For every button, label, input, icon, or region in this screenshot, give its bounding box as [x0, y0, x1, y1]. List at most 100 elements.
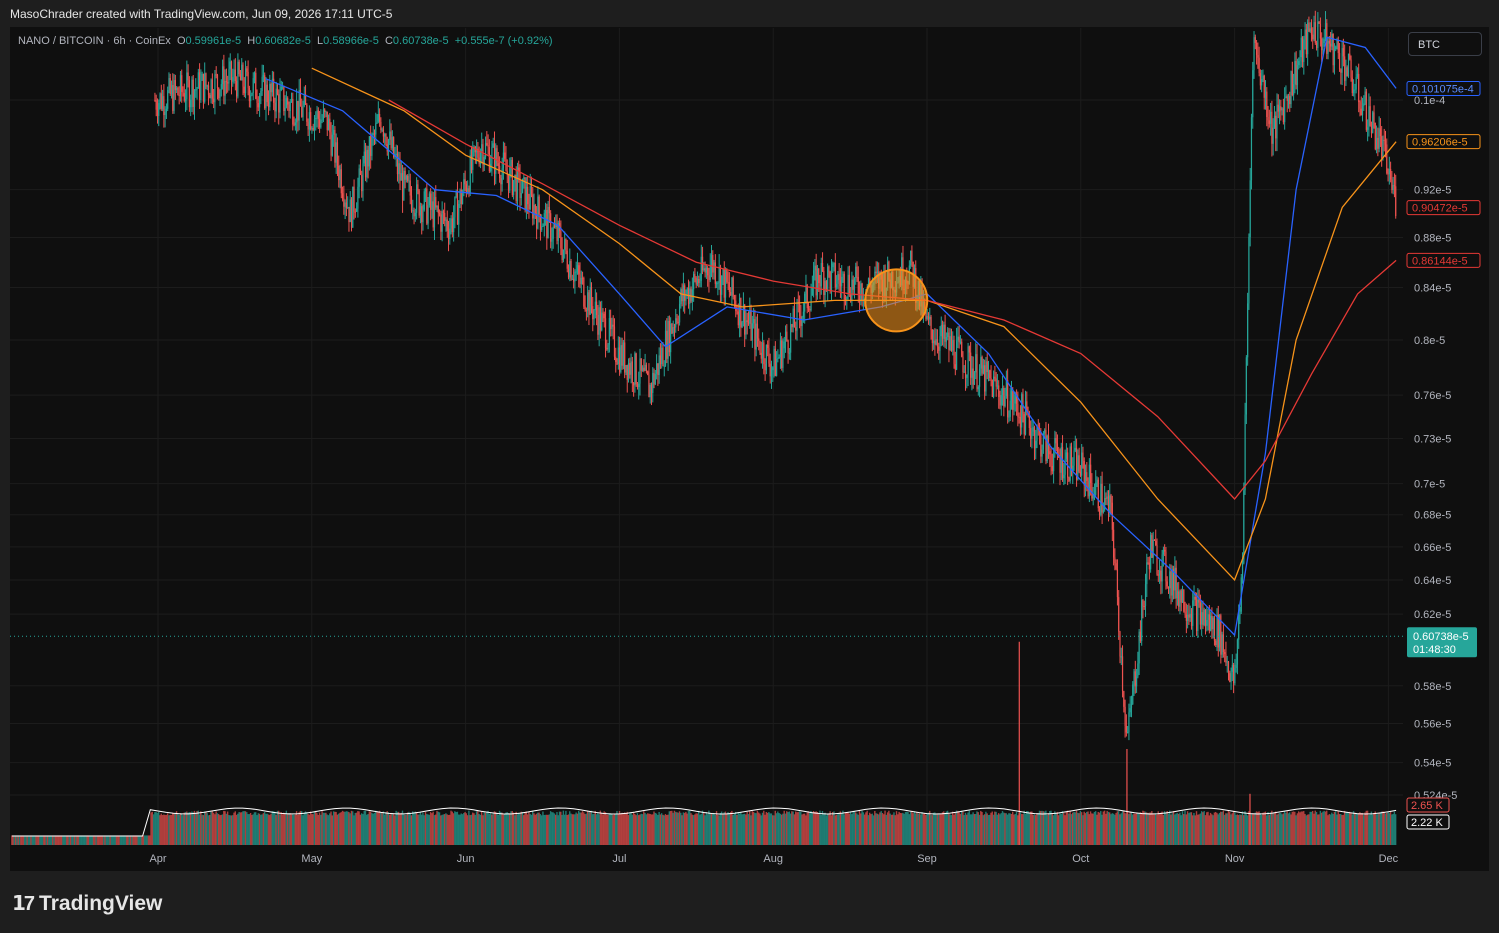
currency-button[interactable]: BTC	[1408, 32, 1482, 56]
volume-bar	[1089, 811, 1092, 845]
candle-body	[482, 144, 484, 165]
volume-bar	[686, 813, 688, 845]
open-value: 0.59961e-5	[185, 35, 242, 47]
volume-bar	[987, 815, 990, 845]
volume-bar	[860, 813, 862, 845]
volume-bar	[447, 814, 450, 845]
volume-bar	[376, 811, 378, 845]
volume-bar	[524, 812, 526, 845]
candle-body	[446, 219, 448, 231]
volume-bar	[428, 814, 431, 845]
volume-bar	[1346, 811, 1348, 845]
candle-body	[763, 342, 765, 365]
volume-bar	[1139, 812, 1142, 845]
candle-body	[261, 76, 263, 91]
candle-body	[327, 118, 330, 131]
volume-bar	[991, 811, 993, 845]
volume-bar	[205, 811, 207, 845]
volume-bar	[794, 811, 797, 845]
candle-body	[838, 274, 840, 281]
volume-bar	[648, 813, 650, 845]
volume-bar	[456, 811, 459, 845]
volume-bar	[1369, 814, 1371, 845]
candle-body	[1227, 661, 1230, 674]
volume-bar	[309, 811, 312, 845]
volume-bar	[695, 813, 697, 845]
volume-bar	[553, 813, 556, 845]
candle-body	[1059, 457, 1061, 473]
volume-bar	[1169, 810, 1171, 845]
candle-body	[255, 72, 257, 99]
candle-body	[699, 280, 701, 283]
candle-body	[1007, 380, 1009, 418]
candle-body	[566, 250, 568, 269]
volume-bar	[962, 811, 964, 845]
candle-body	[629, 363, 631, 375]
volume-bar	[1111, 813, 1113, 845]
volume-bar	[1119, 814, 1121, 845]
candle-body	[553, 226, 556, 228]
candle-body	[1199, 602, 1202, 625]
candle-body	[975, 354, 977, 373]
candle-body	[1341, 48, 1343, 73]
candle-body	[1160, 570, 1162, 582]
volume-bar	[1109, 812, 1111, 845]
candle-body	[1352, 89, 1355, 94]
open-label: O	[176, 35, 186, 47]
volume-bar	[654, 812, 656, 845]
volume-bar	[641, 814, 644, 845]
candle-body	[184, 99, 187, 101]
candle-body	[964, 371, 967, 378]
candle-body	[853, 278, 856, 290]
volume-bar	[1124, 813, 1126, 845]
volume-bar	[1248, 811, 1250, 845]
volume-bar	[783, 810, 785, 845]
volume-bar	[1283, 811, 1286, 845]
candle-body	[781, 340, 783, 369]
volume-bar	[699, 814, 701, 845]
candle-body	[588, 292, 590, 315]
candle-body	[182, 91, 184, 94]
price-chart[interactable]: 0.1e-40.92e-50.88e-50.84e-50.8e-50.76e-5…	[0, 0, 1499, 933]
volume-bar	[664, 814, 667, 845]
candle-body	[712, 255, 714, 273]
volume-bar	[885, 814, 888, 845]
volume-bar	[1131, 814, 1134, 845]
volume-bar	[108, 835, 110, 845]
volume-bar	[778, 813, 780, 845]
volume-bar	[445, 813, 447, 845]
volume-bar	[1355, 812, 1357, 845]
y-tick-label: 0.7e-5	[1414, 479, 1445, 491]
candle-body	[985, 361, 987, 392]
candle-body	[1391, 179, 1393, 190]
volume-bar	[228, 815, 230, 845]
volume-bar	[1120, 813, 1122, 845]
volume-bar	[99, 835, 101, 845]
candle-body	[370, 136, 372, 156]
volume-bar	[1032, 814, 1034, 845]
volume-bar	[253, 812, 256, 845]
candle-body	[481, 144, 483, 151]
candle-body	[296, 100, 298, 123]
candle-body	[507, 174, 510, 191]
candle-body	[1004, 396, 1006, 407]
candle-body	[461, 193, 464, 204]
volume-bar	[738, 813, 741, 845]
volume-bar	[284, 813, 286, 845]
volume-bar	[612, 815, 614, 845]
volume-bar	[1079, 810, 1082, 845]
volume-bar	[810, 810, 812, 845]
candle-body	[206, 85, 208, 87]
volume-bar	[660, 813, 663, 845]
candle-body	[668, 320, 670, 353]
volume-bar	[435, 814, 437, 845]
candle-body	[551, 238, 553, 242]
candle-body	[911, 250, 913, 262]
candle-body	[608, 318, 610, 345]
candle-body	[366, 149, 368, 178]
candle-body	[279, 90, 281, 113]
volume-bar	[127, 835, 129, 845]
low-value: 0.58966e-5	[323, 35, 379, 47]
volume-bar	[585, 813, 588, 845]
candle-body	[221, 66, 224, 85]
